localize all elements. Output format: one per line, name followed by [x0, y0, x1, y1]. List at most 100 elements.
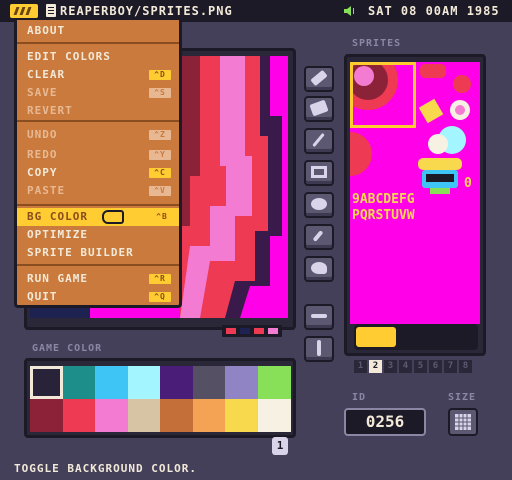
- size-button[interactable]: [448, 408, 478, 436]
- menu-item-save[interactable]: SAVE ^S: [27, 84, 177, 102]
- menu-item-label: QUIT: [27, 290, 58, 303]
- menu-item-label: BG COLOR: [27, 210, 88, 223]
- menu-shortcut-badge: ^R: [149, 274, 171, 284]
- menu-item-clear[interactable]: CLEAR ^D: [27, 66, 177, 84]
- menu-separator: [17, 204, 179, 206]
- palette-swatch[interactable]: [257, 366, 291, 399]
- app-dropdown-menu: ABOUT EDIT COLORS CLEAR ^D SAVE ^S REVERT UNDO ^…: [14, 20, 182, 308]
- clock: SAT 08 00AM 1985: [368, 4, 500, 18]
- palette-swatch[interactable]: [30, 399, 63, 432]
- pointer-hand-icon: [102, 210, 124, 224]
- menu-separator: [17, 42, 179, 44]
- canvas-color-indicator: [222, 325, 282, 337]
- eyedropper-tool-icon: [312, 230, 324, 242]
- bank-tab-2[interactable]: 2: [369, 360, 382, 373]
- bank-tab-1[interactable]: 1: [354, 360, 367, 373]
- menu-shortcut-badge: ^D: [149, 70, 171, 80]
- line-tool-icon: [312, 132, 325, 148]
- menu-shortcut-badge: ^S: [149, 88, 171, 98]
- menu-item-label: PASTE: [27, 184, 66, 197]
- secondary-color-swatch: [240, 328, 250, 334]
- palette-swatch[interactable]: [95, 366, 128, 399]
- palette-swatch[interactable]: [127, 399, 161, 432]
- menu-item-edit-colors[interactable]: EDIT COLORS: [27, 48, 177, 66]
- menu-item-label: UNDO: [27, 128, 58, 141]
- eraser-tool-button[interactable]: [304, 96, 334, 122]
- flip-horizontal-icon: [311, 314, 327, 318]
- font-row-1: 9ABCDEFG: [352, 192, 415, 207]
- bank-tab-6[interactable]: 6: [429, 360, 442, 373]
- palette-swatch[interactable]: [95, 399, 128, 432]
- game-color-label: GAME COLOR: [32, 343, 103, 354]
- palette-swatch[interactable]: [62, 399, 96, 432]
- font-extra: 0: [464, 176, 473, 191]
- app-logo-icon[interactable]: [10, 4, 38, 18]
- menu-item-label: OPTIMIZE: [27, 228, 88, 241]
- rect-tool-icon: [311, 166, 327, 178]
- status-bar-text: TOGGLE BACKGROUND COLOR.: [14, 462, 197, 475]
- menu-item-paste[interactable]: PASTE ^V: [27, 182, 177, 200]
- sprites-label: SPRITES: [352, 38, 402, 49]
- bank-tab-8[interactable]: 8: [459, 360, 472, 373]
- menu-item-label: SPRITE BUILDER: [27, 246, 134, 259]
- sprite-id-field[interactable]: 0256: [344, 408, 426, 436]
- palette-swatch[interactable]: [160, 399, 193, 432]
- palette-swatch[interactable]: [192, 366, 226, 399]
- palette-swatch[interactable]: [160, 366, 193, 399]
- fill-tool-icon: [311, 262, 327, 274]
- menu-item-bg-color[interactable]: BG COLOR ^B: [17, 208, 179, 226]
- file-icon: [46, 4, 56, 17]
- id-label: ID: [352, 392, 367, 403]
- fill-tool-button[interactable]: [304, 256, 334, 282]
- size-label: SIZE: [448, 392, 477, 403]
- bank-tab-7[interactable]: 7: [444, 360, 457, 373]
- menu-item-label: SAVE: [27, 86, 58, 99]
- eraser-tool-icon: [309, 99, 329, 117]
- line-tool-button[interactable]: [304, 128, 334, 154]
- eyedropper-tool-button[interactable]: [304, 224, 334, 250]
- palette-swatch[interactable]: [225, 366, 258, 399]
- sprite-selection[interactable]: [350, 62, 416, 128]
- speaker-icon[interactable]: [344, 6, 356, 16]
- pen-tool-button[interactable]: [304, 66, 334, 92]
- file-path: REAPERBOY/SPRITES.PNG: [60, 4, 233, 18]
- menu-shortcut-badge: ^V: [149, 186, 171, 196]
- palette-swatch[interactable]: [225, 399, 258, 432]
- menu-item-undo[interactable]: UNDO ^Z: [27, 126, 177, 144]
- menu-item-label: ABOUT: [27, 24, 66, 37]
- menu-item-label: REDO: [27, 148, 58, 161]
- palette-swatch[interactable]: [30, 366, 63, 399]
- menu-item-redo[interactable]: REDO ^Y: [27, 146, 177, 164]
- menu-item-sprite-builder[interactable]: SPRITE BUILDER: [27, 244, 177, 262]
- menu-item-copy[interactable]: COPY ^C: [27, 164, 177, 182]
- menu-item-label: COPY: [27, 166, 58, 179]
- tertiary-color-swatch: [254, 328, 264, 334]
- menu-item-quit[interactable]: QUIT ^Q: [27, 288, 177, 306]
- palette-page-number[interactable]: 1: [272, 437, 288, 455]
- palette-swatch[interactable]: [62, 366, 96, 399]
- grid-icon: [455, 414, 471, 430]
- slider-thumb[interactable]: [356, 327, 396, 347]
- bank-tab-5[interactable]: 5: [414, 360, 427, 373]
- menu-item-optimize[interactable]: OPTIMIZE: [27, 226, 177, 244]
- font-row-2: PQRSTUVW: [352, 208, 415, 223]
- pen-tool-icon: [310, 69, 328, 87]
- flip-horizontal-button[interactable]: [304, 304, 334, 330]
- palette-swatch[interactable]: [192, 399, 226, 432]
- palette-swatch[interactable]: [127, 366, 161, 399]
- menu-item-about[interactable]: ABOUT: [27, 22, 177, 40]
- rect-tool-button[interactable]: [304, 160, 334, 186]
- bank-tab-3[interactable]: 3: [384, 360, 397, 373]
- menu-shortcut-badge: ^B: [156, 212, 168, 221]
- menu-item-label: CLEAR: [27, 68, 66, 81]
- menu-item-label: REVERT: [27, 104, 73, 117]
- menu-item-run-game[interactable]: RUN GAME ^R: [27, 270, 177, 288]
- ellipse-tool-button[interactable]: [304, 192, 334, 218]
- menu-shortcut-badge: ^Z: [149, 130, 171, 140]
- flip-vertical-icon: [317, 340, 321, 356]
- menu-item-revert[interactable]: REVERT: [27, 102, 177, 120]
- menu-shortcut-badge: ^Y: [149, 150, 171, 160]
- bank-tab-4[interactable]: 4: [399, 360, 412, 373]
- flip-vertical-button[interactable]: [304, 336, 334, 362]
- palette-swatch[interactable]: [257, 399, 291, 432]
